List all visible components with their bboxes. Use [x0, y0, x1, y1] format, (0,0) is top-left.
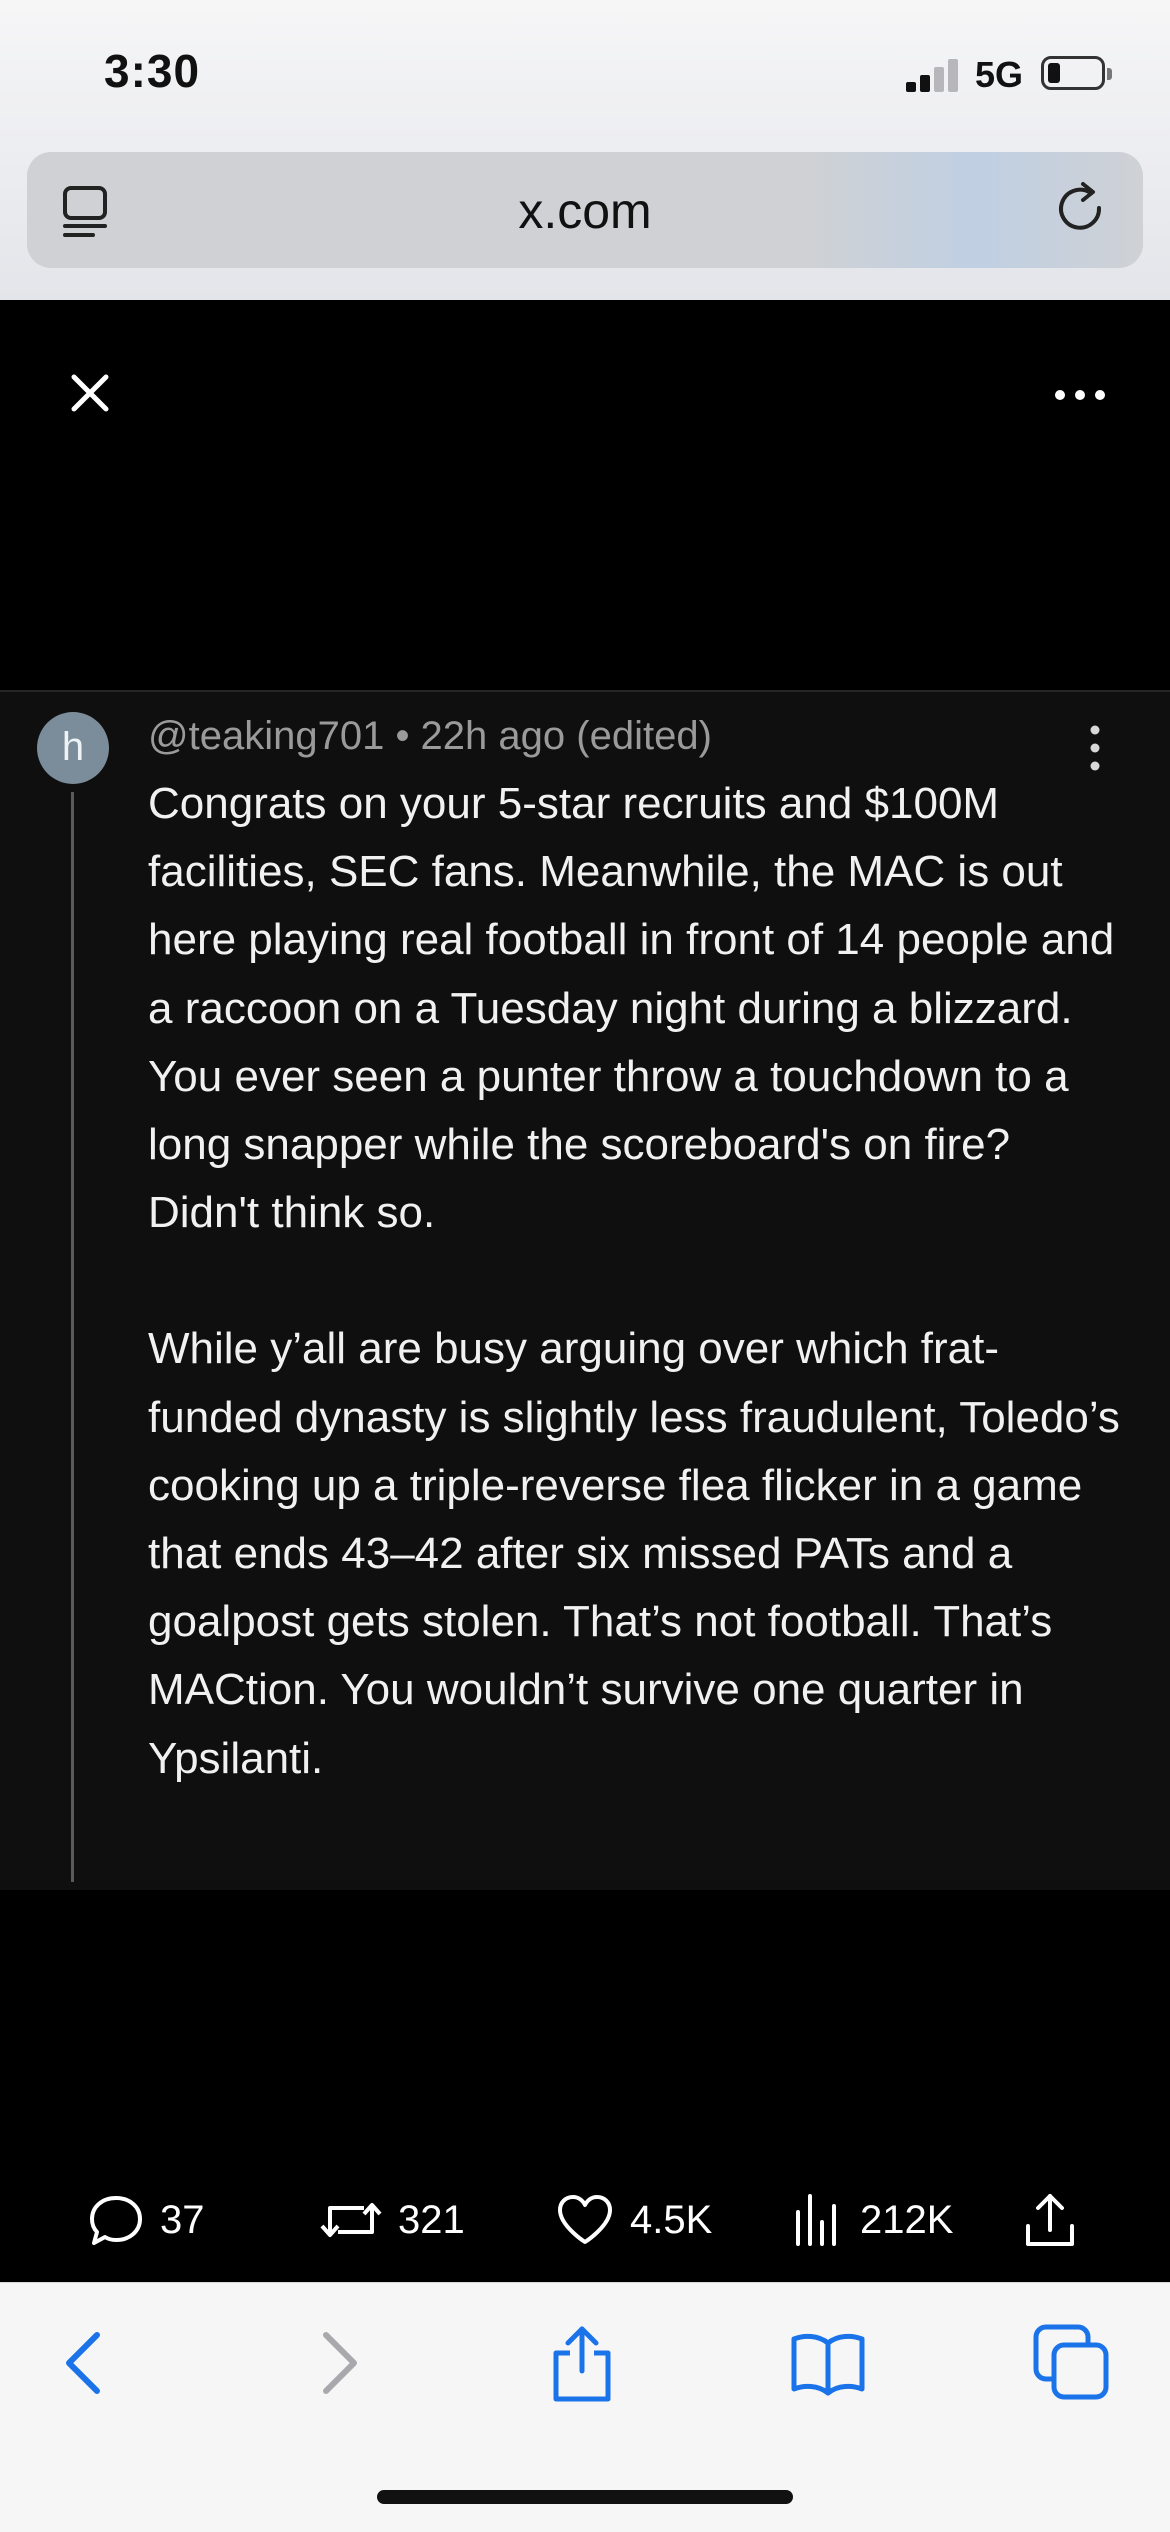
- browser-chrome: 3:30 5G x.com: [0, 0, 1170, 300]
- back-icon[interactable]: [45, 2323, 125, 2403]
- repost-button[interactable]: 321: [318, 2175, 465, 2265]
- engagement-bar: 37 321 4.5K 212K: [0, 2175, 1170, 2265]
- reply-icon: [90, 2196, 142, 2245]
- address-bar[interactable]: x.com: [27, 152, 1143, 268]
- share-sheet-icon[interactable]: [542, 2323, 622, 2403]
- url-text[interactable]: x.com: [27, 182, 1143, 240]
- signal-icon: [906, 56, 960, 92]
- comment-meta: @teaking701 • 22h ago (edited): [148, 714, 712, 758]
- media-viewer: h @teaking701 • 22h ago (edited) Congrat…: [0, 300, 1170, 2282]
- views-button[interactable]: 212K: [790, 2175, 953, 2265]
- more-options-icon[interactable]: [1050, 375, 1110, 415]
- reply-button[interactable]: 37: [86, 2175, 205, 2265]
- comment-paragraph: While y’all are busy arguing over which …: [148, 1324, 1120, 1783]
- like-count: 4.5K: [630, 2197, 713, 2242]
- home-indicator: [377, 2490, 793, 2504]
- view-count: 212K: [860, 2197, 954, 2242]
- comment-body: Congrats on your 5-star recruits and $10…: [148, 770, 1128, 1793]
- comment-card: h @teaking701 • 22h ago (edited) Congrat…: [0, 690, 1170, 1890]
- reply-count: 37: [160, 2197, 205, 2242]
- bookmarks-icon[interactable]: [788, 2323, 868, 2403]
- share-button[interactable]: [1020, 2175, 1080, 2265]
- like-button[interactable]: 4.5K: [554, 2175, 712, 2265]
- close-icon[interactable]: [62, 365, 118, 421]
- comment-menu-icon[interactable]: [1080, 718, 1110, 778]
- views-icon: [796, 2194, 836, 2246]
- forward-icon[interactable]: [298, 2323, 378, 2403]
- thread-line: [71, 792, 74, 1882]
- repost-count: 321: [398, 2197, 465, 2242]
- share-icon: [1026, 2194, 1074, 2246]
- network-type: 5G: [975, 54, 1024, 95]
- repost-icon: [320, 2203, 382, 2237]
- reload-icon[interactable]: [1049, 178, 1113, 242]
- tabs-icon[interactable]: [1032, 2323, 1112, 2403]
- battery-icon: [1041, 56, 1112, 90]
- status-time: 3:30: [104, 45, 201, 97]
- heart-icon: [558, 2195, 612, 2244]
- avatar[interactable]: h: [37, 712, 109, 784]
- comment-paragraph: Congrats on your 5-star recruits and $10…: [148, 779, 1115, 1238]
